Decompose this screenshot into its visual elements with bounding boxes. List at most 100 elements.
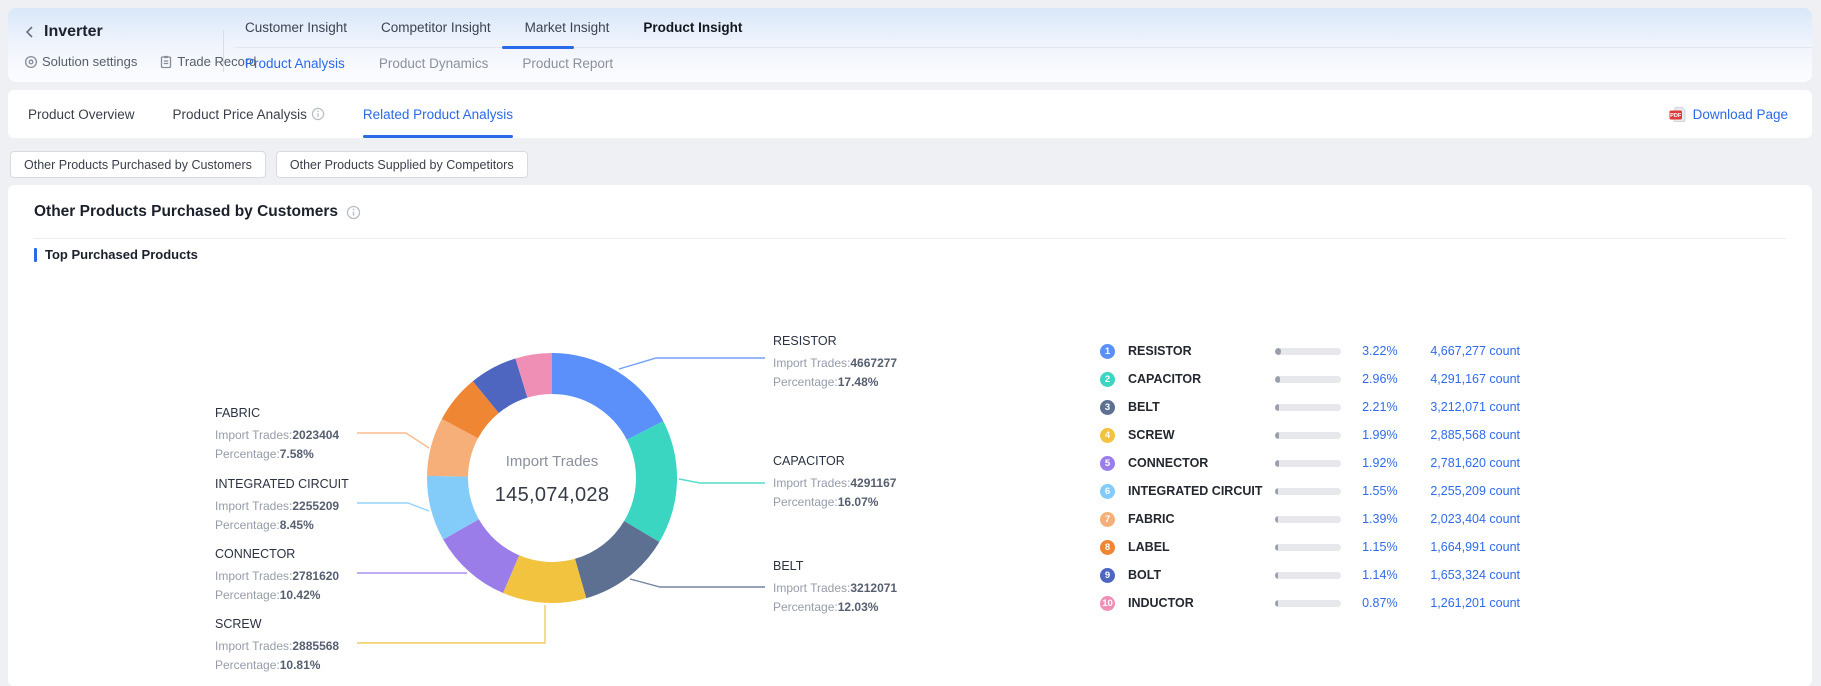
legend-percentage: 2.21% [1341,400,1397,414]
tab-product-insight[interactable]: Product Insight [643,20,742,47]
tab-product-report[interactable]: Product Report [522,56,613,71]
tab-competitor-insight[interactable]: Competitor Insight [381,20,491,47]
legend-count: 2,781,620 count [1408,456,1520,470]
tab-market-insight[interactable]: Market Insight [525,20,610,47]
settings-icon [24,55,38,69]
legend-percentage: 1.55% [1341,484,1397,498]
content-panel: Other Products Purchased by Customers To… [8,185,1812,686]
legend-count: 1,653,324 count [1408,568,1520,582]
legend-row-resistor[interactable]: 1RESISTOR3.22%4,667,277 count [1100,337,1520,365]
filter-supplied-by-competitors[interactable]: Other Products Supplied by Competitors [276,151,528,178]
page: Inverter Solution settings Trade Record [0,0,1821,686]
legend-rank-badge: 9 [1100,568,1115,583]
legend-row-inductor[interactable]: 10 INDUCTOR 0.87% 1,261,201 count [1100,589,1520,617]
active-tab-underline [502,46,574,49]
legend-percentage: 1.92% [1341,456,1397,470]
leader-line-integrated-circuit [357,503,429,511]
legend-row-capacitor[interactable]: 2 CAPACITOR 2.96% 4,291,167 count [1100,365,1520,393]
page-title: Inverter [44,23,103,41]
legend-count: 1,664,991 count [1408,540,1520,554]
legend-progress-bar [1275,404,1341,411]
filter-row: Other Products Purchased by Customers Ot… [10,151,528,178]
legend-rank-badge: 5 [1100,456,1115,471]
solution-settings-button[interactable]: Solution settings [24,54,137,69]
legend-rank-badge: 2 [1100,372,1115,387]
legend-count: 2,023,404 count [1408,512,1520,526]
legend-count: 4,291,167 count [1408,372,1520,386]
leader-line-resistor [619,358,765,369]
legend-percentage: 1.15% [1341,540,1397,554]
header-divider [223,30,224,72]
legend-progress-bar [1275,544,1341,551]
donut-chart[interactable] [8,185,1812,686]
legend-percentage: 1.39% [1341,512,1397,526]
leader-line-fabric [357,433,429,448]
clipboard-icon [159,55,173,69]
legend-product-name: RESISTOR [1128,344,1275,358]
tab-product-price-analysis[interactable]: Product Price Analysis [173,90,325,138]
legend-progress-fill [1275,600,1278,607]
trade-record-button[interactable]: Trade Record [159,54,256,69]
legend-row-connector[interactable]: 5 CONNECTOR 1.92% 2,781,620 count [1100,449,1520,477]
legend-progress-bar [1275,376,1341,383]
legend-progress-fill [1275,544,1278,551]
legend-count: 4,667,277 count [1408,344,1520,358]
legend-row-screw[interactable]: 4 SCREW 1.99% 2,885,568 count [1100,421,1520,449]
legend-progress-bar [1275,432,1341,439]
legend-row-integrated-circuit[interactable]: 6INTEGRATED CIRCUIT1.55%2,255,209 count [1100,477,1520,505]
donut-segment-capacitor[interactable] [624,421,677,542]
main-tabs: Customer Insight Competitor Insight Mark… [245,20,742,47]
legend-rank-badge: 7 [1100,512,1115,527]
legend-progress-bar [1275,348,1341,355]
legend-progress-fill [1275,460,1278,467]
legend-progress-bar [1275,600,1341,607]
legend-percentage: 1.14% [1341,568,1397,582]
legend-progress-bar [1275,572,1341,579]
info-icon[interactable] [311,107,325,121]
legend-progress-fill [1275,488,1278,495]
legend-count: 2,255,209 count [1408,484,1520,498]
legend-count: 2,885,568 count [1408,428,1520,442]
donut-segment-resistor[interactable] [552,353,663,440]
legend-rank-badge: 10 [1100,596,1115,611]
legend-row-belt[interactable]: 3BELT2.21%3,212,071 count [1100,393,1520,421]
legend-count: 3,212,071 count [1408,400,1520,414]
legend-progress-fill [1275,348,1281,355]
legend-product-name: CONNECTOR [1128,456,1275,470]
tab-product-analysis[interactable]: Product Analysis [245,56,345,71]
tab-customer-insight[interactable]: Customer Insight [245,20,347,47]
tab-product-dynamics[interactable]: Product Dynamics [379,56,489,71]
legend-percentage: 3.22% [1341,344,1397,358]
tab-related-product-analysis[interactable]: Related Product Analysis [363,90,513,138]
legend-product-name: CAPACITOR [1128,372,1275,386]
download-page-button[interactable]: PDF Download Page [1669,90,1788,138]
legend-progress-fill [1275,376,1280,383]
legend-progress-bar [1275,488,1341,495]
legend-row-fabric[interactable]: 7 FABRIC 1.39% 2,023,404 count [1100,505,1520,533]
legend-product-name: INDUCTOR [1128,596,1275,610]
legend-rank-badge: 4 [1100,428,1115,443]
legend-percentage: 0.87% [1341,596,1397,610]
legend-percentage: 1.99% [1341,428,1397,442]
tab-product-overview[interactable]: Product Overview [28,90,135,138]
legend-percentage: 2.96% [1341,372,1397,386]
legend-progress-fill [1275,572,1278,579]
legend-row-bolt[interactable]: 9 BOLT 1.14% 1,653,324 count [1100,561,1520,589]
legend-progress-bar [1275,516,1341,523]
header: Inverter Solution settings Trade Record [8,8,1812,82]
sub-tabs: Product Analysis Product Dynamics Produc… [245,56,613,71]
legend-product-name: INTEGRATED CIRCUIT [1128,484,1275,498]
legend-product-name: SCREW [1128,428,1275,442]
analysis-tabbar: Product Overview Product Price Analysis … [8,90,1812,138]
filter-purchased-by-customers[interactable]: Other Products Purchased by Customers [10,151,266,178]
legend-product-name: BOLT [1128,568,1275,582]
leader-line-screw [357,605,545,643]
legend-product-name: LABEL [1128,540,1275,554]
pdf-icon: PDF [1669,106,1687,123]
legend-rank-badge: 3 [1100,400,1115,415]
legend-count: 1,261,201 count [1408,596,1520,610]
legend-row-label[interactable]: 8LABEL1.15%1,664,991 count [1100,533,1520,561]
legend-progress-bar [1275,460,1341,467]
legend-product-name: FABRIC [1128,512,1275,526]
back-icon[interactable] [22,24,38,40]
